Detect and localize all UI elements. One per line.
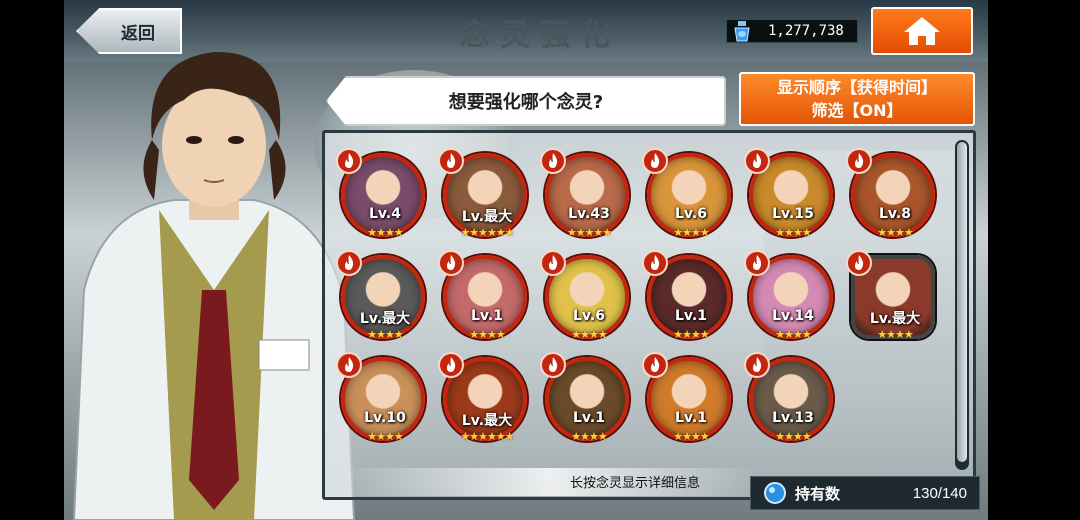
letterbox-left: [0, 0, 64, 520]
unit-card[interactable]: Lv.1 ★★★★: [438, 250, 534, 356]
unit-rarity-stars: ★★★★: [367, 226, 403, 239]
fire-element-icon: [642, 352, 668, 378]
unit-rarity-stars: ★★★★: [673, 430, 709, 443]
unit-level: Lv.1: [471, 308, 503, 324]
unit-card[interactable]: Lv.1 ★★★★: [642, 352, 738, 458]
fire-element-icon: [438, 148, 464, 174]
filter-label: 筛选【ON】: [811, 101, 903, 120]
unit-card[interactable]: Lv.10 ★★★★: [336, 352, 432, 458]
unit-level: Lv.最大: [461, 209, 513, 225]
unit-level: Lv.14: [772, 308, 814, 324]
long-press-hint: 长按念灵显示详细信息: [569, 476, 700, 491]
unit-rarity-stars: ★★★★: [469, 328, 505, 341]
unit-card[interactable]: Lv.43 ★★★★★: [540, 148, 636, 254]
unit-card[interactable]: Lv.4 ★★★★: [336, 148, 432, 254]
unit-level: Lv.1: [573, 410, 605, 426]
currency-value: 1,277,738: [768, 23, 844, 39]
letterbox-right: [988, 0, 1080, 520]
unit-level: Lv.4: [369, 206, 401, 222]
fire-element-icon: [540, 250, 566, 276]
prompt-question: 想要强化哪个念灵?: [448, 92, 604, 113]
fire-element-icon: [744, 250, 770, 276]
unit-rarity-stars: ★★★★: [775, 430, 811, 443]
home-icon: [904, 17, 940, 45]
unit-rarity-stars: ★★★★: [571, 328, 607, 341]
unit-level: Lv.最大: [359, 311, 411, 327]
fire-element-icon: [540, 352, 566, 378]
unit-card[interactable]: Lv.14 ★★★★: [744, 250, 840, 356]
unit-level: Lv.43: [568, 206, 610, 222]
unit-rarity-stars: ★★★★: [775, 328, 811, 341]
unit-rarity-stars: ★★★★: [877, 226, 913, 239]
unit-level: Lv.6: [675, 206, 707, 222]
unit-rarity-stars: ★★★★: [673, 226, 709, 239]
unit-card[interactable]: Lv.8 ★★★★: [846, 148, 942, 254]
fire-element-icon: [336, 250, 362, 276]
unit-rarity-stars: ★★★★: [877, 328, 913, 341]
unit-card[interactable]: Lv.1 ★★★★: [642, 250, 738, 356]
unit-rarity-stars: ★★★★: [775, 226, 811, 239]
spirit-orb-icon: [764, 482, 786, 504]
currency-display: 1,277,738: [726, 19, 858, 43]
scrollbar-thumb[interactable]: [957, 142, 967, 462]
unit-card[interactable]: Lv.6 ★★★★: [540, 250, 636, 356]
fire-element-icon: [336, 352, 362, 378]
unit-rarity-stars: ★★★★: [571, 430, 607, 443]
unit-level: Lv.10: [364, 410, 406, 426]
unit-rarity-stars: ★★★★: [367, 430, 403, 443]
sort-filter-button[interactable]: 显示顺序【获得时间】 筛选【ON】: [739, 72, 975, 126]
fire-element-icon: [642, 148, 668, 174]
unit-level: Lv.1: [675, 410, 707, 426]
sort-order-label: 显示顺序【获得时间】: [776, 78, 937, 97]
holdings-label: 持有数: [795, 484, 841, 503]
fire-element-icon: [744, 352, 770, 378]
unit-card[interactable]: Lv.最大 ★★★★: [846, 250, 942, 356]
unit-card[interactable]: Lv.15 ★★★★: [744, 148, 840, 254]
unit-card[interactable]: Lv.6 ★★★★: [642, 148, 738, 254]
holdings-counter: 持有数 130/140: [750, 476, 980, 510]
unit-level: Lv.15: [772, 206, 814, 222]
unit-level: Lv.13: [772, 410, 814, 426]
unit-level: Lv.1: [675, 308, 707, 324]
fire-element-icon: [438, 250, 464, 276]
crystal-bottle-icon: [734, 21, 750, 42]
fire-element-icon: [438, 352, 464, 378]
unit-level: Lv.最大: [869, 311, 921, 327]
unit-rarity-stars: ★★★★: [367, 328, 403, 341]
unit-card[interactable]: Lv.13 ★★★★: [744, 352, 840, 458]
unit-rarity-stars: ★★★★★: [566, 226, 612, 239]
page-title: 念灵强化: [460, 18, 620, 53]
unit-level: Lv.最大: [461, 413, 513, 429]
unit-card[interactable]: Lv.1 ★★★★: [540, 352, 636, 458]
fire-element-icon: [846, 148, 872, 174]
fire-element-icon: [336, 148, 362, 174]
unit-card[interactable]: Lv.最大 ★★★★★★: [438, 148, 534, 254]
home-button[interactable]: [871, 7, 973, 55]
unit-rarity-stars: ★★★★★★: [460, 430, 514, 443]
fire-element-icon: [846, 250, 872, 276]
unit-rarity-stars: ★★★★★★: [460, 226, 514, 239]
unit-card[interactable]: Lv.最大 ★★★★★★: [438, 352, 534, 458]
fire-element-icon: [540, 148, 566, 174]
speech-bubble: 想要强化哪个念灵?: [326, 76, 726, 126]
unit-level: Lv.8: [879, 206, 911, 222]
holdings-count: 130/140: [912, 484, 967, 502]
unit-card[interactable]: Lv.最大 ★★★★: [336, 250, 432, 356]
scientist-character-portrait: [72, 51, 356, 520]
unit-level: Lv.6: [573, 308, 605, 324]
fire-element-icon: [744, 148, 770, 174]
fire-element-icon: [642, 250, 668, 276]
unit-rarity-stars: ★★★★: [673, 328, 709, 341]
